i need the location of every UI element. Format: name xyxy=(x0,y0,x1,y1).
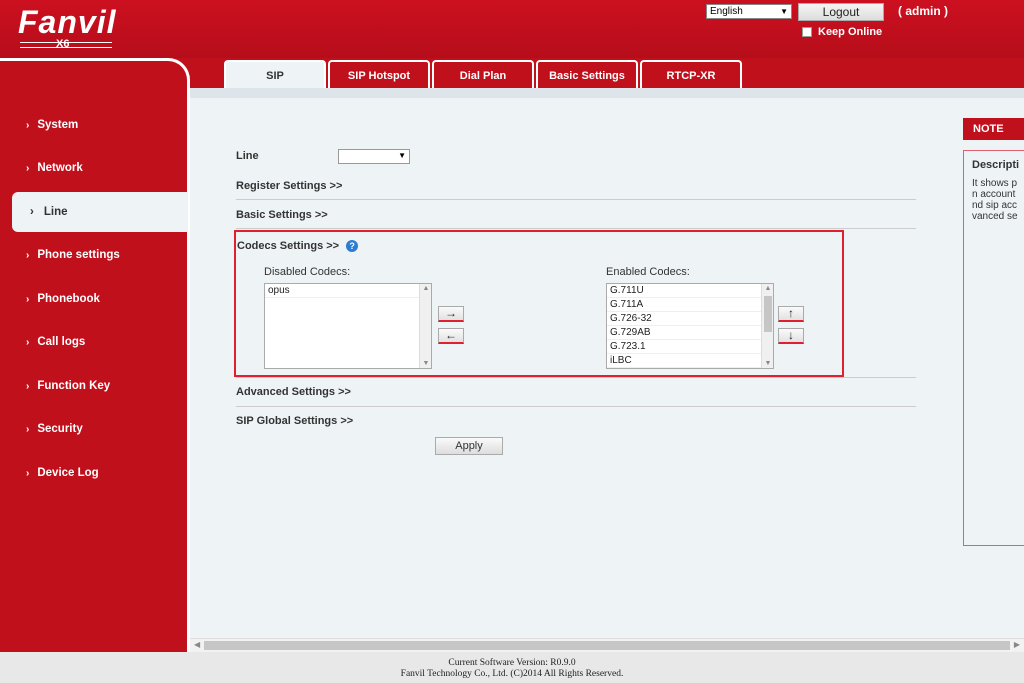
note-line: nd sip acc xyxy=(972,200,1018,211)
sidebar-item-label: Call logs xyxy=(37,336,86,348)
list-item[interactable]: opus xyxy=(265,284,431,298)
sidebar-item-security[interactable]: › Security xyxy=(26,423,83,435)
register-settings-link[interactable]: Register Settings >> xyxy=(236,180,342,192)
footer: Current Software Version: R0.9.0 Fanvil … xyxy=(0,652,1024,683)
sidebar-item-label: Device Log xyxy=(37,467,99,479)
sip-global-settings-link[interactable]: SIP Global Settings >> xyxy=(236,415,353,427)
chevron-right-icon: › xyxy=(26,467,30,479)
scroll-right-icon[interactable]: ▶ xyxy=(1014,640,1020,649)
sidebar-item-label: Line xyxy=(43,206,68,218)
scroll-left-icon[interactable]: ◀ xyxy=(194,640,200,649)
sidebar-item-label: Function Key xyxy=(37,380,111,392)
content-topbar xyxy=(190,88,1024,98)
note-text: It shows p n account nd sip acc vanced s… xyxy=(972,178,1018,222)
enabled-codecs-label: Enabled Codecs: xyxy=(606,266,690,278)
scroll-up-icon[interactable]: ▲ xyxy=(420,285,432,292)
divider xyxy=(236,406,916,407)
sidebar-item-function-key[interactable]: › Function Key xyxy=(26,380,110,392)
sidebar-item-device-log[interactable]: › Device Log xyxy=(26,467,99,479)
note-line: vanced se xyxy=(972,211,1018,222)
codecs-section: Codecs Settings >> ? Disabled Codecs: op… xyxy=(234,230,844,377)
note-panel: Descripti It shows p n account nd sip ac… xyxy=(963,150,1024,546)
codecs-settings-label: Codecs Settings >> xyxy=(237,240,340,252)
main-content: Line ▼ Register Settings >> Basic Settin… xyxy=(190,88,1024,652)
scroll-up-icon[interactable]: ▲ xyxy=(762,285,773,292)
chevron-right-icon: › xyxy=(26,336,30,348)
keep-online-label: Keep Online xyxy=(818,26,883,38)
list-item[interactable]: G.726-32 xyxy=(607,312,773,326)
move-left-button[interactable]: ← xyxy=(438,328,464,344)
sidebar-item-line[interactable]: › Line xyxy=(12,192,188,232)
scroll-down-icon[interactable]: ▼ xyxy=(762,360,773,367)
horizontal-scrollbar[interactable]: ◀ ▶ xyxy=(190,638,1024,652)
sidebar-item-phonebook[interactable]: › Phonebook xyxy=(26,293,100,305)
help-icon[interactable]: ? xyxy=(346,240,359,253)
sidebar-item-label: System xyxy=(37,119,79,131)
codecs-settings-header[interactable]: Codecs Settings >> ? xyxy=(237,240,359,253)
divider xyxy=(236,199,916,200)
list-item[interactable]: G.729AB xyxy=(607,326,773,340)
disabled-codecs-label: Disabled Codecs: xyxy=(264,266,351,278)
scrollbar[interactable]: ▲ ▼ xyxy=(761,284,773,368)
apply-button[interactable]: Apply xyxy=(435,437,503,455)
sidebar-item-call-logs[interactable]: › Call logs xyxy=(26,336,85,348)
sidebar-item-network[interactable]: › Network xyxy=(26,162,83,174)
sidebar: › System › Network › Line › Phone settin… xyxy=(0,58,190,652)
sidebar-item-label: Security xyxy=(37,423,83,435)
chevron-right-icon: › xyxy=(30,206,34,218)
line-label: Line xyxy=(236,150,259,162)
tab-rtcp-xr[interactable]: RTCP-XR xyxy=(640,60,742,90)
brand-logo: Fanvil xyxy=(18,4,117,40)
basic-settings-link[interactable]: Basic Settings >> xyxy=(236,209,328,221)
sidebar-item-system[interactable]: › System xyxy=(26,119,78,131)
user-label: ( admin ) xyxy=(898,4,948,18)
scrollbar[interactable]: ▲ ▼ xyxy=(419,284,431,368)
note-line: It shows p xyxy=(972,178,1018,189)
keep-online-checkbox[interactable] xyxy=(802,27,812,37)
chevron-right-icon: › xyxy=(26,293,30,305)
sidebar-item-phone-settings[interactable]: › Phone settings xyxy=(26,249,120,261)
tab-sip[interactable]: SIP xyxy=(224,60,326,90)
list-item[interactable]: iLBC xyxy=(607,354,773,368)
move-up-button[interactable]: ↑ xyxy=(778,306,804,322)
tab-dial-plan[interactable]: Dial Plan xyxy=(432,60,534,90)
move-down-button[interactable]: ↓ xyxy=(778,328,804,344)
copyright: Fanvil Technology Co., Ltd. (C)2014 All … xyxy=(400,669,624,679)
note-title: Descripti xyxy=(972,159,1020,171)
chevron-down-icon: ▼ xyxy=(398,151,406,160)
tab-basic-settings[interactable]: Basic Settings xyxy=(536,60,638,90)
scroll-down-icon[interactable]: ▼ xyxy=(420,360,432,367)
logout-button[interactable]: Logout xyxy=(798,3,884,21)
note-header: NOTE xyxy=(963,118,1024,140)
list-item[interactable]: G.711A xyxy=(607,298,773,312)
scroll-thumb[interactable] xyxy=(204,641,1010,650)
disabled-codecs-list[interactable]: opus ▲ ▼ xyxy=(264,283,432,369)
model-label: X6 xyxy=(56,38,70,50)
chevron-right-icon: › xyxy=(26,162,30,174)
language-select[interactable]: English ▼ xyxy=(706,4,792,19)
chevron-right-icon: › xyxy=(26,423,30,435)
tab-sip-hotspot[interactable]: SIP Hotspot xyxy=(328,60,430,90)
header: Fanvil X6 English ▼ Logout ( admin ) Kee… xyxy=(0,0,1024,58)
sidebar-item-label: Phonebook xyxy=(37,293,100,305)
divider xyxy=(236,377,916,378)
software-version: Current Software Version: R0.9.0 xyxy=(448,658,576,668)
scroll-thumb[interactable] xyxy=(764,296,772,332)
divider xyxy=(236,228,916,229)
chevron-right-icon: › xyxy=(26,249,30,261)
sidebar-item-label: Phone settings xyxy=(37,249,120,261)
chevron-right-icon: › xyxy=(26,119,30,131)
enabled-codecs-list[interactable]: G.711U G.711A G.726-32 G.729AB G.723.1 i… xyxy=(606,283,774,369)
chevron-down-icon: ▼ xyxy=(780,7,788,16)
sidebar-item-label: Network xyxy=(37,162,83,174)
move-right-button[interactable]: → xyxy=(438,306,464,322)
keep-online: Keep Online xyxy=(802,26,882,38)
list-item[interactable]: G.711U xyxy=(607,284,773,298)
note-line: n account xyxy=(972,189,1016,200)
advanced-settings-link[interactable]: Advanced Settings >> xyxy=(236,386,351,398)
chevron-right-icon: › xyxy=(26,380,30,392)
language-value: English xyxy=(710,6,743,17)
line-select[interactable]: ▼ xyxy=(338,149,410,164)
list-item[interactable]: G.723.1 xyxy=(607,340,773,354)
